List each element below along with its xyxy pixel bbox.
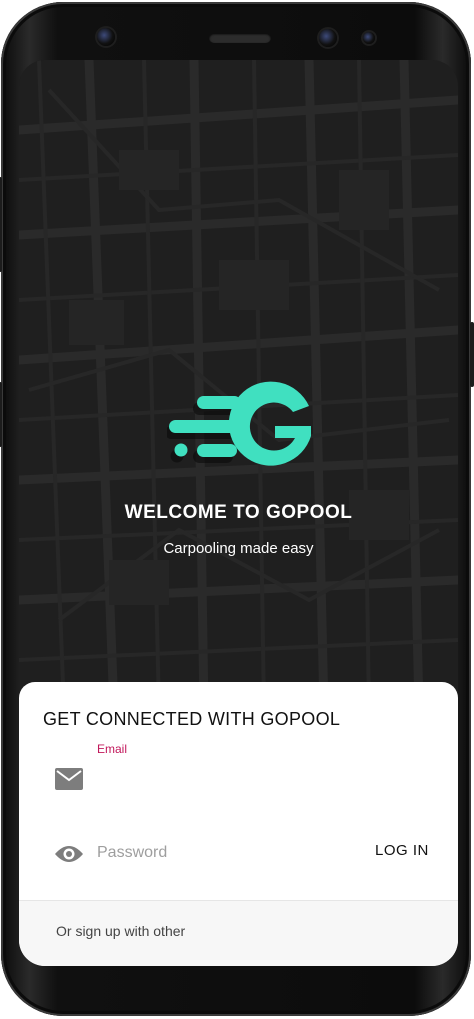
- signup-footer: Or sign up with other: [19, 901, 458, 966]
- email-field[interactable]: [97, 762, 437, 796]
- front-camera: [319, 29, 337, 47]
- login-title: GET CONNECTED WITH GOPOOL: [43, 709, 341, 729]
- bixby-button: [0, 382, 2, 447]
- tagline: Carpooling made easy: [163, 540, 314, 557]
- power-button: [470, 322, 474, 387]
- phone-frame: WELCOME TO GOPOOL Carpooling made easy G…: [0, 2, 474, 1016]
- password-field[interactable]: Password: [97, 844, 167, 862]
- mail-icon: [55, 768, 83, 790]
- eye-icon[interactable]: [54, 844, 84, 864]
- login-sheet: GET CONNECTED WITH GOPOOL Email Password…: [19, 682, 458, 966]
- gopool-logo: [167, 381, 311, 466]
- login-button[interactable]: LOG IN: [375, 842, 429, 859]
- welcome-title: WELCOME TO GOPOOL: [124, 502, 353, 523]
- signup-link[interactable]: Or sign up with other: [56, 923, 185, 939]
- iris-sensor: [363, 32, 375, 44]
- app-screen: WELCOME TO GOPOOL Carpooling made easy G…: [19, 60, 458, 966]
- email-field-label: Email: [97, 742, 128, 756]
- front-sensor: [97, 28, 115, 46]
- earpiece-speaker: [209, 33, 271, 43]
- volume-button: [0, 177, 2, 272]
